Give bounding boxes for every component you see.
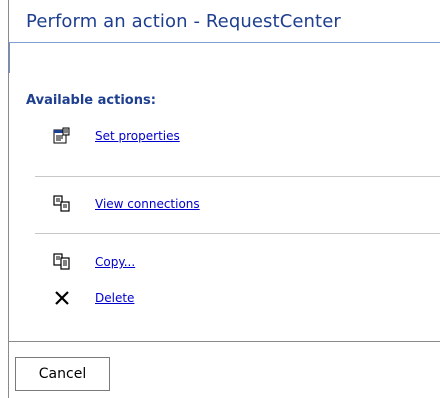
connections-icon bbox=[53, 195, 71, 213]
copy-icon bbox=[53, 253, 71, 271]
cancel-button[interactable]: Cancel bbox=[15, 357, 110, 391]
delete-icon bbox=[53, 289, 71, 307]
action-copy[interactable]: Copy... bbox=[53, 253, 135, 271]
separator bbox=[35, 176, 440, 177]
title-accent-line bbox=[9, 43, 10, 73]
view-connections-link[interactable]: View connections bbox=[95, 197, 200, 211]
action-delete[interactable]: Delete bbox=[53, 289, 134, 307]
copy-link[interactable]: Copy... bbox=[95, 255, 135, 269]
footer-divider bbox=[9, 341, 440, 342]
delete-link[interactable]: Delete bbox=[95, 291, 134, 305]
action-dialog: Perform an action - RequestCenter Availa… bbox=[0, 0, 440, 398]
actions-heading: Available actions: bbox=[26, 93, 156, 108]
action-view-connections[interactable]: View connections bbox=[53, 195, 200, 213]
set-properties-link[interactable]: Set properties bbox=[95, 129, 180, 143]
action-set-properties[interactable]: Set properties bbox=[53, 127, 180, 145]
properties-icon bbox=[53, 127, 71, 145]
dialog-title: Perform an action - RequestCenter bbox=[26, 11, 341, 32]
title-divider bbox=[9, 42, 440, 43]
separator bbox=[35, 233, 440, 234]
